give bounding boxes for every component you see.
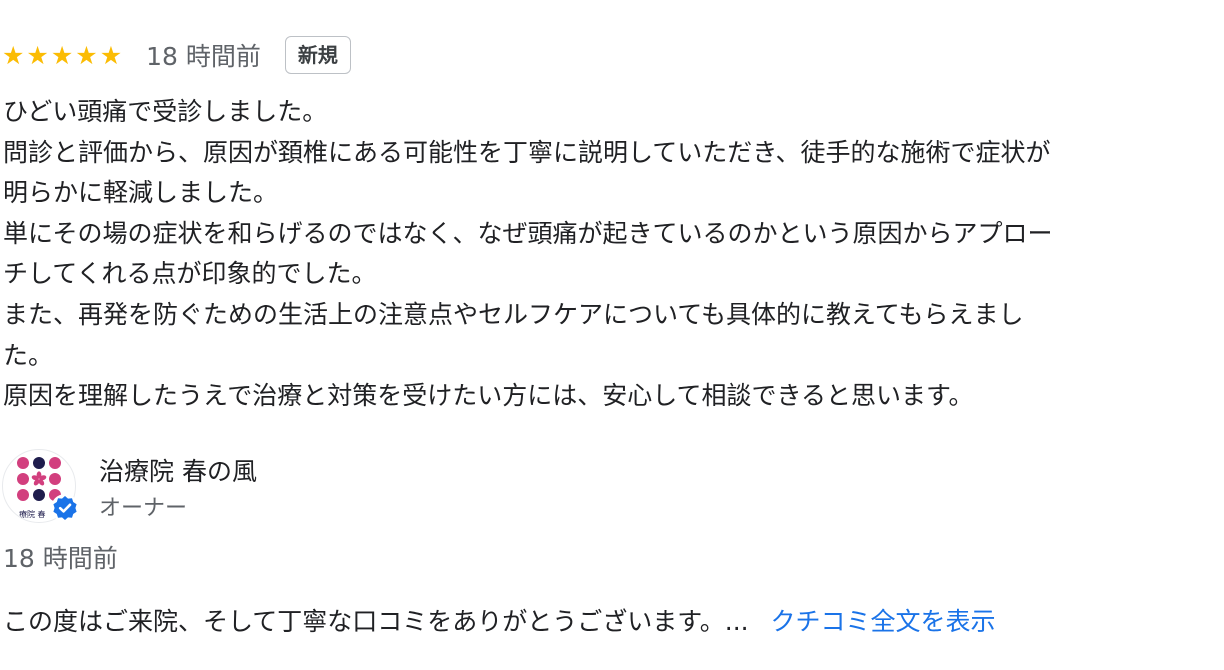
review-text-line: また、再発を防ぐための生活上の注意点やセルフケアについても具体的に教えてもらえま… <box>3 299 1024 329</box>
owner-reply: この度はご来院、そして丁寧な口コミをありがとうございます。... クチコミ全文を… <box>3 602 996 638</box>
reply-preview-text: この度はご来院、そして丁寧な口コミをありがとうございます。... <box>3 607 749 636</box>
reply-time: 18 時間前 <box>3 544 118 573</box>
read-full-review-link[interactable]: クチコミ全文を表示 <box>771 607 996 636</box>
review-text-line: 問診と評価から、原因が頚椎にある可能性を丁寧に説明していただき、徒手的な施術で症… <box>3 137 1051 167</box>
review-text-line: チしてくれる点が印象的でした。 <box>3 259 377 289</box>
review-text-line: ひどい頭痛で受診しました。 <box>3 97 328 126</box>
star-icon: ★ <box>2 40 25 70</box>
review-text-line: 明らかに軽減しました。 <box>3 178 279 208</box>
star-icon: ★ <box>75 40 98 70</box>
owner-role-label: オーナー <box>99 496 188 521</box>
star-icon: ★ <box>26 40 49 70</box>
star-icon: ★ <box>50 40 74 70</box>
review-time: 18 時間前 <box>146 42 261 71</box>
star-rating: ★ ★ ★ ★ ★ <box>2 43 124 68</box>
owner-name[interactable]: 治療院 春の風 <box>99 452 257 488</box>
review-text-line: 単にその場の症状を和らげるのではなく、なぜ頭痛が起きているのかという原因からアプ… <box>3 218 1053 248</box>
verified-badge-icon <box>51 494 79 522</box>
star-icon: ★ <box>99 40 123 70</box>
avatar-logo-text: 療院 春 <box>19 509 46 519</box>
review-text-line: た。 <box>3 340 54 370</box>
review-text-line: 原因を理解したうえで治療と対策を受けたい方には、安心して相談できると思います。 <box>3 381 974 411</box>
review-text: ひどい頭痛で受診しました。 問診と評価から、原因が頚椎にある可能性を丁寧に説明し… <box>3 92 1208 417</box>
rating-row: ★ ★ ★ ★ ★ 18 時間前 新規 <box>2 33 351 77</box>
new-badge: 新規 <box>284 36 351 74</box>
